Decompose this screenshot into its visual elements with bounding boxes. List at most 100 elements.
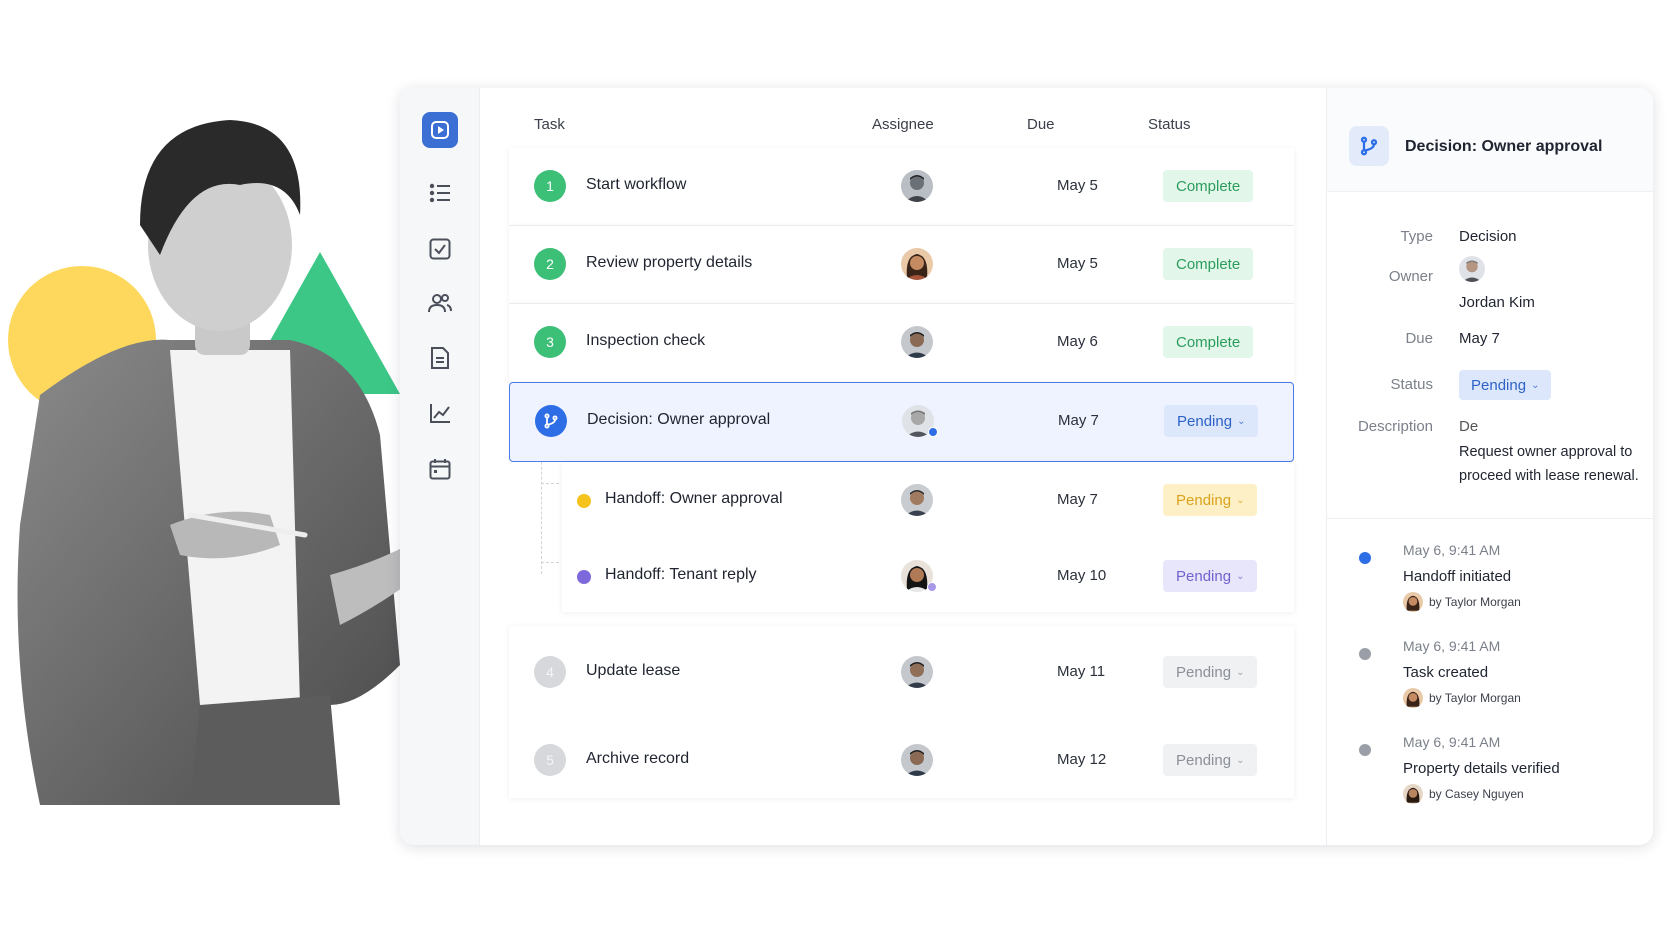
description-value: Request owner approval to proceed with l… [1459, 444, 1639, 484]
chevron-down-icon: ⌄ [1236, 754, 1245, 766]
status-label: Status [1390, 376, 1433, 393]
step-number: 1 [534, 170, 566, 202]
avatar [1403, 784, 1423, 804]
avatar[interactable] [901, 248, 933, 280]
timeline-dot [1359, 744, 1371, 756]
timeline-dot [1359, 648, 1371, 660]
avatar[interactable] [901, 326, 933, 358]
timeline-time: May 6, 9:41 AM [1403, 542, 1501, 558]
description-label: Description [1357, 418, 1433, 435]
due-date: May 12 [1057, 751, 1107, 768]
task-name: Inspection check [586, 332, 706, 349]
due-date: May 11 [1057, 663, 1106, 680]
workflow-window: Task Assignee Due Status 1 Start workflo… [400, 88, 1653, 845]
users-icon[interactable] [425, 288, 455, 318]
timeline-time: May 6, 9:41 AM [1403, 638, 1501, 654]
due-date: May 10 [1057, 567, 1107, 584]
table-row-selected[interactable]: Decision: Owner approval May 7 Pending ⌄ [509, 382, 1294, 462]
table-row[interactable]: 3 Inspection check May 6 Complete [509, 304, 1294, 381]
status-label: Pending [1176, 663, 1232, 681]
table-row[interactable]: 2 Review property details May 5 Complete [509, 226, 1294, 303]
step-number: 3 [534, 326, 566, 358]
table-row[interactable]: 1 Start workflow May 5 Complete [509, 148, 1294, 225]
task-name: Start workflow [586, 176, 687, 193]
status-label: Complete [1176, 333, 1241, 351]
header-task[interactable]: Task [534, 116, 565, 133]
avatar[interactable] [901, 484, 933, 516]
due-label: Due [1405, 330, 1433, 347]
list-icon[interactable] [425, 178, 455, 208]
status-badge[interactable]: Complete [1163, 326, 1254, 358]
due-date: May 5 [1057, 255, 1098, 272]
play-logo-icon[interactable] [422, 112, 458, 148]
status-label: Pending [1176, 491, 1232, 509]
table-row[interactable]: Handoff: Tenant reply May 10 Pending ⌄ [562, 538, 1294, 615]
task-name: Decision: Owner approval [587, 411, 771, 428]
chart-icon[interactable] [425, 398, 455, 428]
owner-label: Owner [1388, 268, 1433, 285]
task-table: Task Assignee Due Status 1 Start workflo… [481, 88, 1326, 845]
status-label: Complete [1176, 255, 1241, 273]
table-row[interactable]: 5 Archive record May 12 Pending ⌄ [509, 722, 1294, 799]
timeline-author: by Taylor Morgan [1403, 592, 1521, 612]
nav-rail [400, 88, 480, 845]
checkbox-icon[interactable] [425, 234, 455, 264]
tree-connector [541, 562, 559, 563]
timeline-author: by Taylor Morgan [1403, 688, 1521, 708]
step-number: 2 [534, 248, 566, 280]
chevron-down-icon: ⌄ [1236, 570, 1245, 582]
status-dropdown[interactable]: Pending ⌄ [1164, 405, 1259, 437]
avatar[interactable] [901, 170, 933, 202]
timeline-event: Task created [1403, 664, 1489, 681]
avatar[interactable] [901, 744, 933, 776]
chevron-down-icon: ⌄ [1236, 666, 1245, 678]
status-dropdown[interactable]: Pending ⌄ [1163, 744, 1258, 776]
due-date: May 7 [1058, 412, 1099, 429]
status-dropdown[interactable]: Pending ⌄ [1459, 370, 1552, 400]
header-assignee[interactable]: Assignee [872, 116, 934, 133]
timeline-event: Property details verified [1403, 760, 1560, 777]
description-input-fragment[interactable]: De [1459, 418, 1478, 435]
due-date: May 5 [1057, 177, 1098, 194]
detail-panel: Decision: Owner approval Type Decision O… [1326, 88, 1653, 845]
status-dot [577, 494, 591, 508]
type-label: Type [1400, 228, 1433, 245]
document-icon[interactable] [425, 343, 455, 373]
status-dropdown[interactable]: Pending ⌄ [1163, 656, 1258, 688]
status-dropdown[interactable]: Pending ⌄ [1163, 484, 1258, 516]
avatar[interactable] [901, 656, 933, 688]
timeline-author-name: by Casey Nguyen [1429, 787, 1524, 801]
status-badge[interactable]: Complete [1163, 170, 1254, 202]
header-status[interactable]: Status [1148, 116, 1191, 133]
status-label: Pending [1176, 751, 1232, 769]
chevron-down-icon: ⌄ [1237, 415, 1246, 427]
step-number: 5 [534, 744, 566, 776]
task-name: Update lease [586, 662, 681, 679]
timeline-author-name: by Taylor Morgan [1429, 595, 1521, 609]
owner-name: Jordan Kim [1459, 294, 1535, 311]
due-date: May 7 [1057, 491, 1098, 508]
presence-indicator [928, 427, 938, 437]
chevron-down-icon: ⌄ [1531, 379, 1540, 391]
type-value: Decision [1459, 228, 1517, 245]
branch-icon [535, 405, 567, 437]
status-badge[interactable]: Complete [1163, 248, 1254, 280]
table-row[interactable]: 4 Update lease May 11 Pending ⌄ [509, 634, 1294, 711]
owner-avatar[interactable] [1459, 256, 1485, 282]
avatar [1403, 592, 1423, 612]
branch-icon [1349, 126, 1389, 166]
due-date: May 6 [1057, 333, 1098, 350]
tree-connector [541, 483, 559, 484]
avatar [1403, 688, 1423, 708]
status-dropdown[interactable]: Pending ⌄ [1163, 560, 1258, 592]
table-row[interactable]: Handoff: Owner approval May 7 Pending ⌄ [562, 462, 1294, 539]
status-label: Complete [1176, 177, 1241, 195]
task-name: Archive record [586, 750, 690, 767]
calendar-icon[interactable] [425, 454, 455, 484]
header-due[interactable]: Due [1027, 116, 1055, 133]
task-name: Handoff: Tenant reply [605, 566, 757, 583]
due-value: May 7 [1459, 330, 1500, 347]
presence-indicator [927, 582, 937, 592]
status-label: Pending [1177, 412, 1233, 430]
step-number: 4 [534, 656, 566, 688]
